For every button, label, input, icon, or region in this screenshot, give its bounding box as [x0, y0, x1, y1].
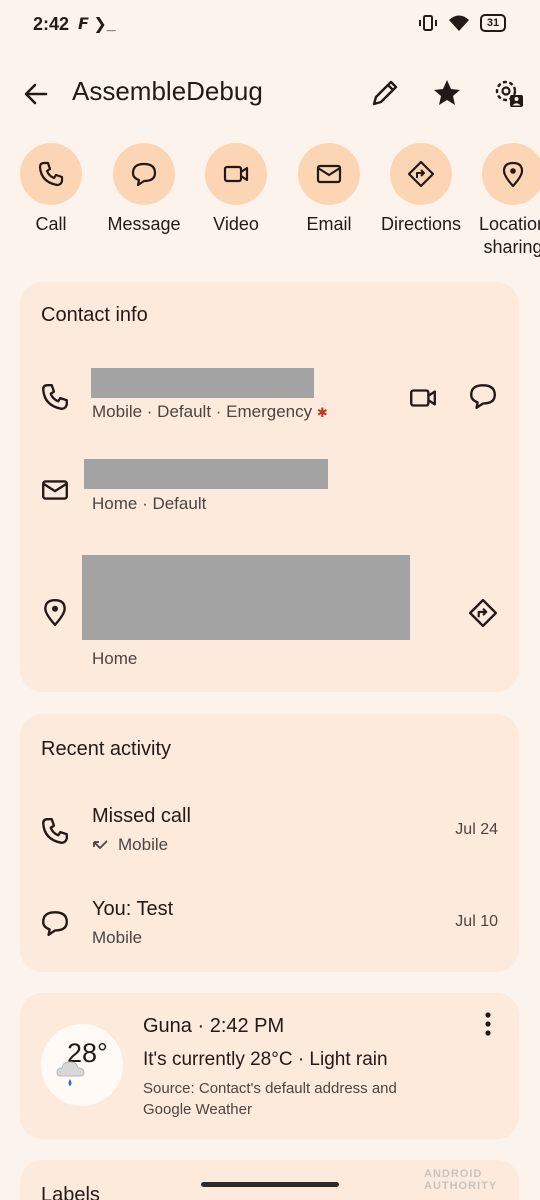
- email-action-circle[interactable]: [298, 143, 360, 205]
- video-action-circle[interactable]: [205, 143, 267, 205]
- redacted-email-address: [84, 459, 328, 489]
- location-sharing-action[interactable]: Location sharing: [467, 143, 540, 259]
- message-action-circle[interactable]: [113, 143, 175, 205]
- call-action-label: Call: [35, 214, 67, 234]
- location-pin-icon: [44, 599, 66, 627]
- contact-settings-gear-icon[interactable]: [492, 76, 526, 110]
- message-action-label: Message: [107, 214, 181, 234]
- edit-pencil-icon[interactable]: [368, 76, 402, 110]
- call-action[interactable]: Call: [5, 143, 97, 236]
- activity-date: Jul 10: [455, 913, 498, 930]
- message-icon: [42, 911, 68, 936]
- phone-icon: [38, 161, 64, 187]
- wifi-icon: [449, 15, 469, 31]
- phone-icon: [42, 818, 68, 844]
- send-message-icon[interactable]: [468, 381, 498, 411]
- status-right-icons: 31: [418, 13, 506, 33]
- location-sharing-action-label: Location sharing: [478, 214, 540, 257]
- watermark: ANDROID AUTHORITY: [424, 1168, 498, 1192]
- app-bar: AssembleDebug: [0, 62, 540, 122]
- activity-primary: You: Test: [92, 898, 174, 920]
- address-type-label: Home: [92, 649, 138, 668]
- location-sharing-action-circle[interactable]: [482, 143, 540, 205]
- redacted-address: [82, 555, 410, 640]
- email-action-label: Email: [306, 214, 352, 234]
- location-pin-icon: [502, 161, 524, 188]
- directions-icon[interactable]: [468, 598, 498, 628]
- contact-name-title: AssembleDebug: [72, 76, 263, 106]
- email-action[interactable]: Email: [283, 143, 375, 236]
- redacted-phone-number: [91, 368, 314, 398]
- contact-info-card: Contact info Mobile · Default · Emergenc…: [20, 282, 519, 692]
- phone-type-label: Mobile · Default · Emergency: [92, 402, 313, 421]
- weather-card: 28° Guna · 2:42 PM It's currently 28°C ·…: [20, 993, 519, 1139]
- gesture-home-bar[interactable]: [201, 1182, 339, 1187]
- status-bar: 2:42 𝙁 ❯_ 31: [0, 0, 540, 52]
- activity-secondary: Mobile: [92, 928, 143, 947]
- rain-cloud-icon: [56, 1061, 85, 1086]
- contact-info-title: Contact info: [41, 304, 148, 326]
- message-icon: [131, 162, 157, 187]
- missed-call-arrow-icon: [93, 839, 108, 849]
- directions-icon: [407, 160, 435, 188]
- email-type-label: Home · Default: [92, 494, 207, 513]
- weather-heading: Guna · 2:42 PM: [143, 1015, 285, 1037]
- email-icon: [316, 164, 342, 184]
- more-options-icon[interactable]: [478, 1011, 498, 1037]
- recent-activity-title: Recent activity: [41, 738, 172, 760]
- email-icon: [42, 480, 68, 500]
- emergency-icon: ✱: [316, 405, 328, 420]
- activity-secondary: Mobile: [92, 835, 168, 855]
- directions-action-label: Directions: [380, 214, 462, 234]
- status-time: 2:42: [33, 14, 70, 34]
- favorite-star-icon[interactable]: [430, 76, 464, 110]
- weather-badge: 28°: [41, 1024, 123, 1106]
- video-action[interactable]: Video: [190, 143, 282, 236]
- vibrate-icon: [419, 15, 437, 31]
- video-icon: [223, 165, 249, 183]
- quick-actions-row: Call Message Video Email Directions Loca…: [0, 143, 540, 263]
- status-notification-icons: 𝙁 ❯_: [78, 16, 116, 33]
- back-arrow-icon[interactable]: [20, 78, 52, 110]
- call-action-circle[interactable]: [20, 143, 82, 205]
- activity-date: Jul 24: [455, 821, 498, 838]
- message-action[interactable]: Message: [98, 143, 190, 236]
- directions-action[interactable]: Directions: [375, 143, 467, 236]
- directions-action-circle[interactable]: [390, 143, 452, 205]
- activity-secondary-label: Mobile: [118, 835, 169, 854]
- activity-primary: Missed call: [92, 805, 191, 827]
- video-action-label: Video: [213, 214, 259, 234]
- battery-icon: 31: [480, 14, 506, 32]
- phone-details: Mobile · Default · Emergency ✱: [92, 402, 328, 422]
- weather-source: Source: Contact's default address and Go…: [143, 1080, 397, 1118]
- recent-activity-card: Recent activity Missed call Mobile Jul 2…: [20, 714, 519, 972]
- labels-title: Labels: [41, 1184, 100, 1200]
- video-call-icon[interactable]: [408, 383, 438, 413]
- weather-summary: It's currently 28°C · Light rain: [143, 1049, 388, 1070]
- phone-icon: [42, 384, 68, 410]
